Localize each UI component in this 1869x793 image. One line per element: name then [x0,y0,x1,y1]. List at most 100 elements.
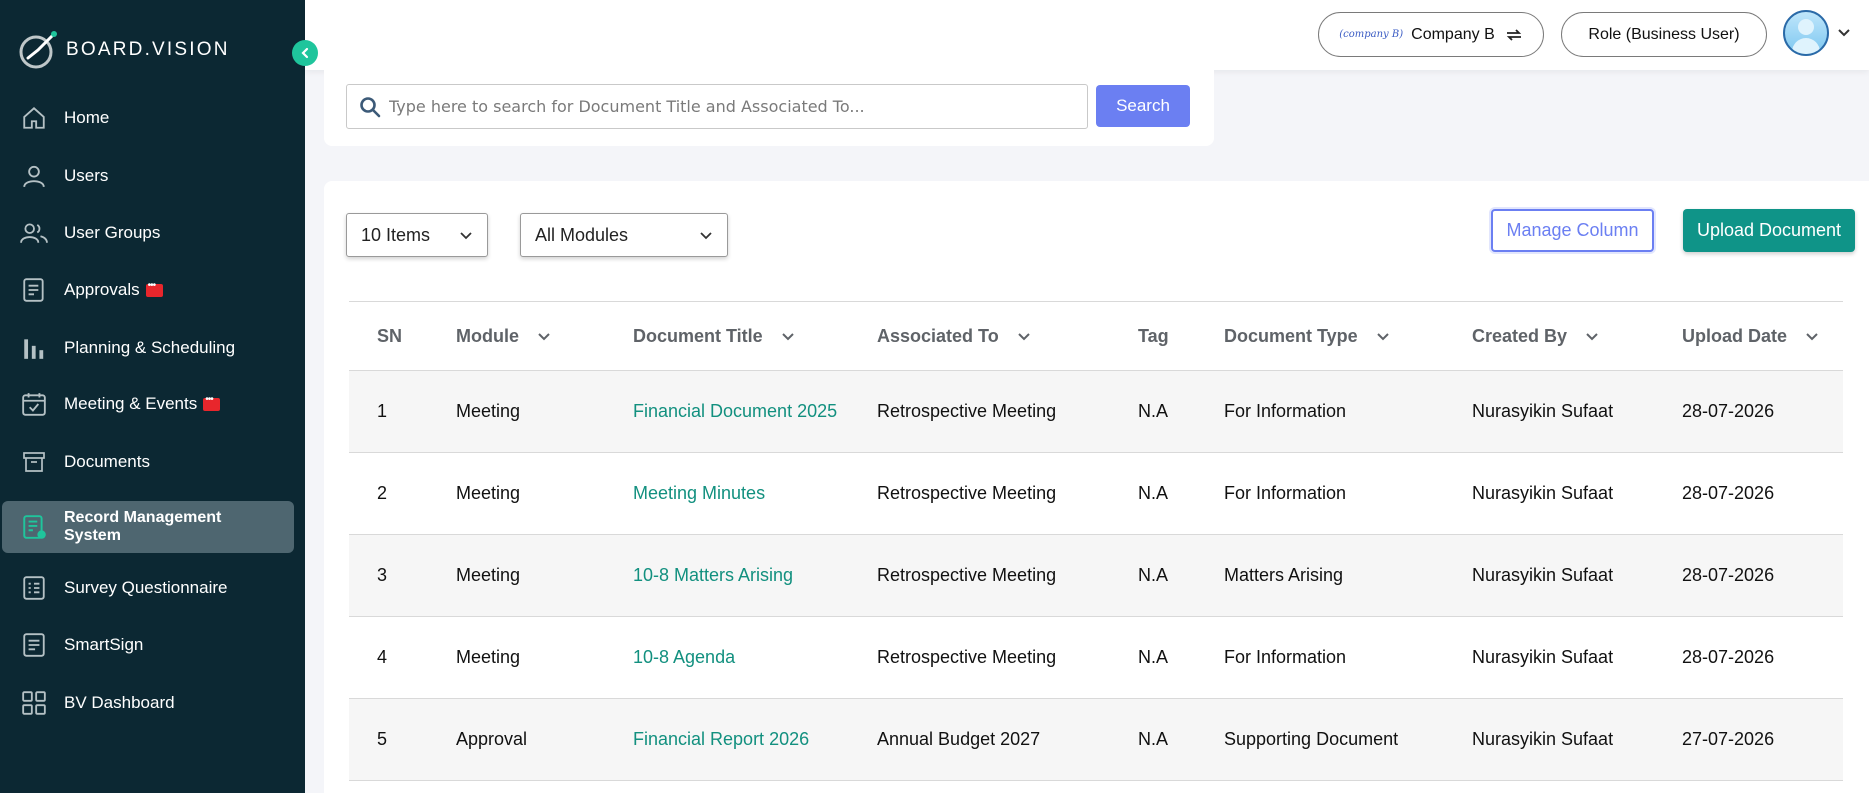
cell-sn: 2 [377,483,388,503]
sidebar-item-label: Record Management System [64,509,222,544]
sidebar-item-record-management[interactable]: Record Management System [2,501,294,553]
chevron-left-icon [301,47,309,59]
search-button[interactable]: Search [1096,85,1190,127]
document-title-link[interactable]: Financial Report 2026 [633,699,809,780]
sort-chevron-icon[interactable] [1805,329,1819,343]
sort-chevron-icon[interactable] [1585,329,1599,343]
column-header-associated-to[interactable]: Associated To [877,302,1031,370]
document-title-link[interactable]: Meeting Minutes [633,453,765,534]
cell-document-type: For Information [1224,483,1347,503]
column-header-tag: Tag [1138,302,1169,370]
module-filter-select[interactable]: All Modules [520,213,728,257]
column-header-sn: SN [377,302,402,370]
sort-chevron-icon[interactable] [1017,329,1031,343]
cell-associated-to: Annual Budget 2027 [877,729,1041,749]
smartsign-icon [20,631,48,659]
document-title-link[interactable]: 10-8 Matters Arising [633,535,793,616]
cell-sn: 4 [377,647,388,667]
sidebar-item-label: Home [64,108,110,127]
cell-created-by: Nurasyikin Sufaat [1472,565,1614,585]
cell-sn: 3 [377,565,388,585]
column-header-label: Associated To [877,325,999,346]
cell-associated-to: Retrospective Meeting [877,565,1057,585]
table-row: 5 Approval Financial Report 2026 Annual … [349,699,1843,781]
sidebar-item-label: Documents [64,452,150,471]
cell-document-type: Matters Arising [1224,565,1344,585]
chevron-down-icon[interactable] [1836,24,1852,40]
brand-logo[interactable]: BOARD.VISION [16,28,230,72]
manage-column-button[interactable]: Manage Column [1491,209,1654,252]
records-table: SN Module Document Title Associated To T… [349,301,1843,781]
sidebar-item-approvals[interactable]: Approvals [2,264,294,316]
cell-document-type: For Information [1224,647,1347,667]
column-header-document-type[interactable]: Document Type [1224,302,1390,370]
column-header-module[interactable]: Module [456,302,551,370]
cell-created-by: Nurasyikin Sufaat [1472,401,1614,421]
cell-module: Meeting [456,565,521,585]
chevron-down-icon [460,232,472,240]
notification-badge [203,394,221,411]
sidebar-collapse-button[interactable] [292,40,318,66]
sort-chevron-icon[interactable] [781,329,795,343]
sidebar-item-label: SmartSign [64,635,144,654]
column-header-label: Document Type [1224,325,1358,346]
upload-document-button[interactable]: Upload Document [1683,209,1855,252]
sidebar-item-survey[interactable]: Survey Questionnaire [2,562,294,614]
sidebar-item-meeting-events[interactable]: Meeting & Events [2,378,294,430]
home-icon [20,104,48,132]
cell-upload-date: 28-07-2026 [1682,401,1775,421]
bar-chart-icon [20,334,48,362]
cell-upload-date: 27-07-2026 [1682,729,1775,749]
sidebar-item-users[interactable]: Users [2,150,294,202]
cell-module: Approval [456,729,528,749]
notification-badge [145,280,163,297]
user-icon [20,162,48,190]
column-header-created-by[interactable]: Created By [1472,302,1599,370]
cell-document-type: For Information [1224,401,1347,421]
sidebar-item-label: Meeting & Events [64,394,198,413]
dashboard-icon [20,689,48,717]
table-row: 3 Meeting 10-8 Matters Arising Retrospec… [349,535,1843,617]
cell-tag: N.A [1138,647,1169,667]
table-row: 4 Meeting 10-8 Agenda Retrospective Meet… [349,617,1843,699]
sidebar-item-documents[interactable]: Documents [2,436,294,488]
sidebar: BOARD.VISION Home Users User Groups Appr… [0,0,305,793]
column-header-label: Tag [1138,325,1169,346]
document-title-link[interactable]: 10-8 Agenda [633,617,735,698]
avatar[interactable] [1783,10,1829,56]
sidebar-item-smartsign[interactable]: SmartSign [2,619,294,671]
cell-upload-date: 28-07-2026 [1682,483,1775,503]
document-title-link[interactable]: Financial Document 2025 [633,371,837,452]
cell-associated-to: Retrospective Meeting [877,401,1057,421]
company-name: Company B [1411,25,1495,43]
avatar-body-shape [1792,38,1820,54]
search-icon [359,96,381,118]
module-filter-value: All Modules [535,224,629,245]
search-input[interactable] [389,97,1069,116]
column-header-label: Created By [1472,325,1568,346]
cell-associated-to: Retrospective Meeting [877,647,1057,667]
company-switcher[interactable]: (company B) Company B [1318,12,1544,57]
record-icon [20,513,48,541]
sidebar-item-planning[interactable]: Planning & Scheduling [2,322,294,374]
users-icon [20,219,48,247]
column-header-upload-date[interactable]: Upload Date [1682,302,1819,370]
cell-module: Meeting [456,401,521,421]
column-header-label: Module [456,325,519,346]
sidebar-item-bv-dashboard[interactable]: BV Dashboard [2,677,294,729]
sort-chevron-icon[interactable] [537,329,551,343]
cell-module: Meeting [456,483,521,503]
cell-tag: N.A [1138,729,1169,749]
items-per-page-select[interactable]: 10 Items [346,213,488,257]
sort-chevron-icon[interactable] [1376,329,1390,343]
records-card: 10 Items All Modules Manage Column Uploa… [324,181,1869,793]
sidebar-item-home[interactable]: Home [2,92,294,144]
sidebar-item-user-groups[interactable]: User Groups [2,207,294,259]
search-box[interactable] [346,84,1088,129]
table-row: 1 Meeting Financial Document 2025 Retros… [349,371,1843,453]
column-header-document-title[interactable]: Document Title [633,302,795,370]
search-card: Search [324,70,1214,146]
role-selector[interactable]: Role (Business User) [1561,12,1767,57]
cell-document-type: Supporting Document [1224,729,1399,749]
sidebar-item-label: Survey Questionnaire [64,578,228,597]
